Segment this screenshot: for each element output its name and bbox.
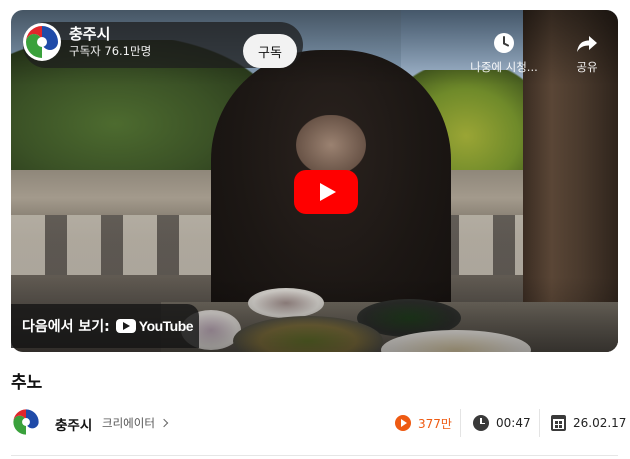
view-count: 377만 [395,405,452,441]
share-label: 공유 [576,60,598,74]
chungju-city-logo-icon[interactable] [23,23,61,61]
play-button[interactable] [294,170,358,214]
youtube-wordmark: YouTube [138,318,194,334]
clock-icon [473,415,489,431]
stat-divider [539,409,540,437]
watch-later-button[interactable]: 나중에 시청... [464,32,544,75]
upload-date-value: 26.02.17 [573,416,627,430]
play-icon [320,183,336,201]
subscribe-button[interactable]: 구독 [243,34,297,68]
duration-value: 00:47 [496,416,531,430]
video-player[interactable]: 충주시 구독자 76.1만명 구독 나중에 시청... 공유 [11,10,618,352]
calendar-icon [551,415,566,431]
video-meta-row: 충주시 크리에이터 377만 00:47 26.02.17 [11,405,626,441]
watch-on-label: 다음에서 보기: [22,319,110,335]
video-title: 추노 [11,373,43,393]
channel-avatar-icon[interactable] [11,407,41,437]
channel-name[interactable]: 충주시 [69,23,110,44]
clock-icon [493,32,515,54]
chevron-right-icon [159,418,169,428]
watch-on-youtube-button[interactable]: 다음에서 보기: YouTube [11,304,199,348]
stat-divider [460,409,461,437]
play-circle-icon [395,415,411,431]
creator-name[interactable]: 충주시 [55,414,92,434]
watch-later-label: 나중에 시청... [470,60,538,74]
divider-line [11,455,618,456]
share-arrow-icon [576,32,598,54]
creator-link[interactable]: 크리에이터 [102,415,169,431]
video-duration: 00:47 [473,405,531,441]
youtube-logo-icon: YouTube [115,318,194,334]
channel-subscriber-count: 구독자 76.1만명 [69,44,152,58]
creator-link-label: 크리에이터 [102,416,155,430]
upload-date: 26.02.17 [551,405,626,441]
view-count-value: 377만 [418,416,452,431]
share-button[interactable]: 공유 [547,32,618,75]
